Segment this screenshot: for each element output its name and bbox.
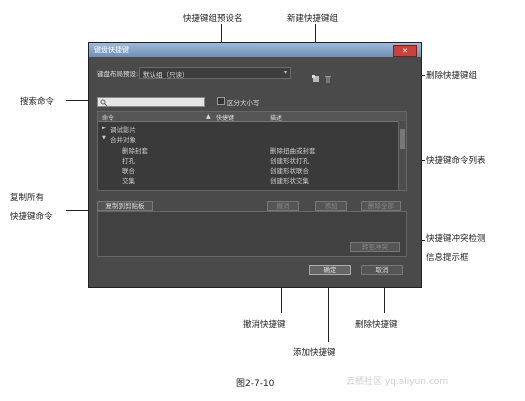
annotation-copy-all-2: 快捷键命令 <box>10 212 53 222</box>
annotation-conflict-1: 快捷键冲突检测 <box>426 234 486 244</box>
cancel-button[interactable]: 取消 <box>361 265 403 275</box>
remove-all-button[interactable]: 删除全部 <box>361 201 401 211</box>
expander-icon[interactable]: ▼ <box>102 135 106 141</box>
keyboard-shortcuts-dialog: 键盘快捷键 ✕ 键盘布局预设: 默认组（只读） ▾ 区分大小写 命令 ▲ 快捷键… <box>88 42 422 288</box>
shortcut-command-list[interactable]: 命令 ▲ 快捷键 描述 ► 调试影片 ▼ 合并对象 删除封套 删除扭曲或封套 打… <box>97 111 407 191</box>
conflict-info-box: 转至冲突 <box>97 211 407 257</box>
table-row[interactable]: ▼ 合并对象 <box>98 133 398 144</box>
command-name: 交集 <box>122 177 135 185</box>
table-header: 命令 ▲ 快捷键 描述 <box>98 112 406 122</box>
annotation-delete: 删除快捷键 <box>355 320 398 330</box>
scrollbar-thumb[interactable] <box>400 129 405 149</box>
command-description: 创建形状交集 <box>270 177 309 185</box>
annotation-copy-all-1: 复制所有 <box>10 193 45 203</box>
table-row[interactable]: 联合 创建形状联合 <box>98 164 398 175</box>
annotation-conflict-2: 信息提示框 <box>426 253 469 263</box>
annotation-new-set: 新建快捷键组 <box>287 14 339 24</box>
search-input[interactable] <box>97 97 205 107</box>
annotation-search-cmd: 搜索命令 <box>20 97 55 107</box>
annotation-delete-set: 删除快捷键组 <box>426 71 478 81</box>
case-sensitive-checkbox[interactable] <box>217 97 225 105</box>
figure-caption: 图2-7-10 <box>236 379 275 389</box>
undo-button[interactable]: 撤消 <box>267 201 299 211</box>
search-icon <box>100 99 108 107</box>
list-scrollbar[interactable] <box>398 121 406 190</box>
copy-to-clipboard-button[interactable]: 复制到剪贴板 <box>97 201 153 211</box>
shortcut-set-value: 默认组（只读） <box>143 71 189 79</box>
column-command[interactable]: 命令 <box>102 113 114 122</box>
annotation-preset-name: 快捷键组预设名 <box>183 14 243 24</box>
ok-button[interactable]: 确定 <box>309 265 351 275</box>
shortcut-set-label: 键盘布局预设: <box>97 70 139 78</box>
watermark: 云栖社区 yq.aliyun.com <box>346 377 449 387</box>
case-sensitive-label: 区分大小写 <box>227 99 260 107</box>
close-button[interactable]: ✕ <box>393 45 417 57</box>
title-bar: 键盘快捷键 ✕ <box>89 43 421 57</box>
shortcut-set-select[interactable]: 默认组（只读） ▾ <box>139 67 291 79</box>
delete-set-icon[interactable] <box>324 68 332 83</box>
annotation-cmd-list: 快捷键命令列表 <box>426 156 486 166</box>
column-description[interactable]: 描述 <box>270 113 282 122</box>
table-row[interactable]: 删除封套 删除扭曲或封套 <box>98 144 398 155</box>
dialog-title: 键盘快捷键 <box>94 46 129 54</box>
table-row[interactable]: 打孔 创建形状打孔 <box>98 154 398 165</box>
annotation-undo: 撤消快捷键 <box>243 320 286 330</box>
sort-icon: ▲ <box>206 113 211 120</box>
column-shortcut[interactable]: 快捷键 <box>216 113 234 122</box>
new-set-icon[interactable] <box>312 68 320 82</box>
table-row[interactable]: 交集 创建形状交集 <box>98 174 398 185</box>
chevron-down-icon: ▾ <box>283 69 287 76</box>
table-row[interactable]: ► 调试影片 <box>98 123 398 134</box>
close-icon: ✕ <box>402 47 408 55</box>
command-name: 合并对象 <box>110 136 136 144</box>
expander-icon[interactable]: ► <box>102 125 106 131</box>
go-to-conflict-button[interactable]: 转至冲突 <box>350 242 400 252</box>
annotation-add: 添加快捷键 <box>293 348 336 358</box>
add-button[interactable]: 添加 <box>315 201 347 211</box>
